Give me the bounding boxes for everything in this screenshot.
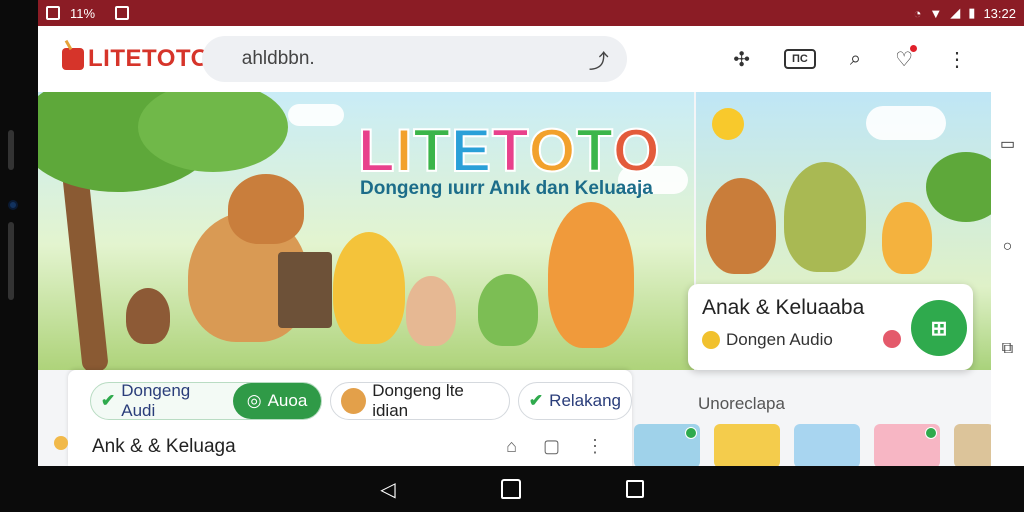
chip-card-panel: ✔ Dongeng Audi ◎ Auoa Dongeng lte idian …: [68, 370, 632, 466]
search-bar[interactable]: ahldbbn. ⤴: [201, 36, 627, 82]
cast-icon[interactable]: ПC: [784, 49, 816, 69]
search-text: ahldbbn.: [241, 48, 315, 69]
vpn-icon: ◔: [913, 5, 922, 21]
power-button: [8, 222, 14, 300]
hero-title-letter: E: [450, 116, 493, 185]
tree-crown: [926, 152, 991, 222]
thumbnail-card[interactable]: [954, 424, 991, 466]
sun-illustration: [712, 108, 744, 140]
more-icon[interactable]: ⋮: [586, 436, 604, 457]
app-bar: LITETOTO ahldbbn. ⤴ ✣ ПC ⌕ ♡ ⋮: [38, 26, 991, 92]
wifi-icon: ▼: [929, 5, 943, 21]
chip-relakang[interactable]: ✔ Relakang: [517, 382, 632, 420]
rotate-icon[interactable]: ▭: [1000, 134, 1015, 154]
dog-illustration: [406, 276, 456, 346]
heart-icon[interactable]: ♡: [895, 44, 917, 72]
hero-title-letter: T: [412, 116, 451, 185]
more-icon[interactable]: ⋮: [947, 47, 967, 72]
hero-title-text: LITETOTO: [357, 116, 661, 185]
hero-title-letter: T: [491, 116, 529, 185]
system-nav-bar: ◁: [0, 466, 1024, 512]
dino-illustration: [478, 274, 538, 346]
app-logo[interactable]: LITETOTO: [62, 45, 210, 73]
clock: 13:22: [983, 5, 1016, 21]
yellow-cat-illustration: [333, 232, 405, 344]
status-left-text: 11%: [70, 5, 96, 21]
flower-icon: [883, 330, 901, 348]
hero-title-letter: T: [575, 116, 613, 185]
battery-saver-icon: [46, 6, 60, 20]
hero-title-letter: I: [395, 116, 414, 185]
hero-title-letter: O: [612, 116, 661, 185]
chest-illustration: [278, 252, 332, 328]
thumbnail-card[interactable]: [634, 424, 700, 466]
tree-trunk: [61, 161, 109, 370]
volume-button: [8, 130, 14, 170]
status-bar: 11% ◔ ▼ ◢ ▮ 13:22: [38, 0, 1024, 26]
chip1-action-button[interactable]: ◎ Auoa: [232, 383, 322, 419]
lion-head-illustration: [228, 174, 304, 244]
chip2-label: Dongeng lte idian: [372, 381, 464, 420]
chip1-label: Dongeng Audi: [121, 381, 191, 420]
thumbnail-row: [634, 424, 991, 466]
back-icon[interactable]: ◁: [380, 477, 395, 502]
notification-icon: [115, 6, 130, 20]
check-icon: ✔: [528, 391, 544, 410]
giraffe-illustration: [548, 202, 634, 348]
cloud-illustration: [288, 104, 344, 126]
hero-subtitle: Dongeng ıuırr Anık dan Keluaaja: [360, 178, 653, 199]
chip-dongeng-audio[interactable]: ✔ Dongeng Audi ◎ Auoa: [90, 381, 323, 420]
chip1-action-label: Auoa: [267, 391, 308, 410]
hero-banner[interactable]: LITETOTO Dongeng ıuırr Anık dan Keluaaja: [38, 92, 694, 370]
thumbnail-card[interactable]: [794, 424, 860, 466]
camera-dot: [8, 200, 18, 210]
logo-text: LITETOTO: [88, 45, 210, 72]
side-nav-rail: ▭ ○ ⧉: [991, 26, 1024, 466]
circle-icon[interactable]: ○: [1003, 238, 1013, 256]
recents-icon[interactable]: ⧉: [1002, 340, 1013, 358]
lion-avatar-icon: [341, 388, 367, 414]
badge-icon: [925, 427, 937, 439]
promo-card[interactable]: Anak & Keluaaba Dongen Audio ⊞: [688, 284, 973, 370]
search-icon[interactable]: ⌕: [850, 48, 861, 71]
lion-illustration: [706, 178, 776, 274]
cloud-illustration: [866, 106, 946, 140]
puzzle-icon[interactable]: ✣: [733, 47, 750, 72]
emoji-icon: [702, 331, 720, 349]
app-screen: LITETOTO ahldbbn. ⤴ ✣ ПC ⌕ ♡ ⋮ LITETOTO: [38, 26, 991, 466]
hero-title-letter: L: [357, 116, 396, 185]
shelf-title: Unoreclapa: [698, 394, 785, 413]
comment-icon[interactable]: ▢: [543, 436, 560, 457]
thumbnail-card[interactable]: [874, 424, 940, 466]
chip3-label: Relakang: [549, 391, 621, 410]
battery-icon: ▮: [968, 5, 976, 20]
thumbnail-card[interactable]: [714, 424, 780, 466]
green-lion-illustration: [784, 162, 866, 272]
hero-title: LITETOTO: [357, 116, 661, 185]
chat-icon: ◎: [246, 391, 262, 410]
card-title: Ank & & Keluaga: [92, 436, 236, 457]
check-icon: ✔: [101, 391, 116, 410]
drum-logo-icon: [62, 48, 84, 70]
promo-play-button[interactable]: ⊞: [911, 300, 967, 356]
home-icon[interactable]: ⌂: [506, 436, 517, 457]
share-icon[interactable]: ⤴: [589, 45, 609, 74]
hero-title-letter: O: [528, 116, 577, 185]
bear-illustration: [126, 288, 170, 344]
promo-subtitle: Dongen Audio: [726, 330, 833, 349]
signal-icon: ◢: [950, 5, 961, 20]
kangaroo-illustration: [882, 202, 932, 274]
home-icon[interactable]: [500, 479, 521, 499]
chip-dongeng-lite[interactable]: Dongeng lte idian: [330, 381, 510, 420]
badge-icon: [685, 427, 697, 439]
recents-icon[interactable]: [625, 480, 644, 498]
edge-avatar: [54, 436, 68, 450]
